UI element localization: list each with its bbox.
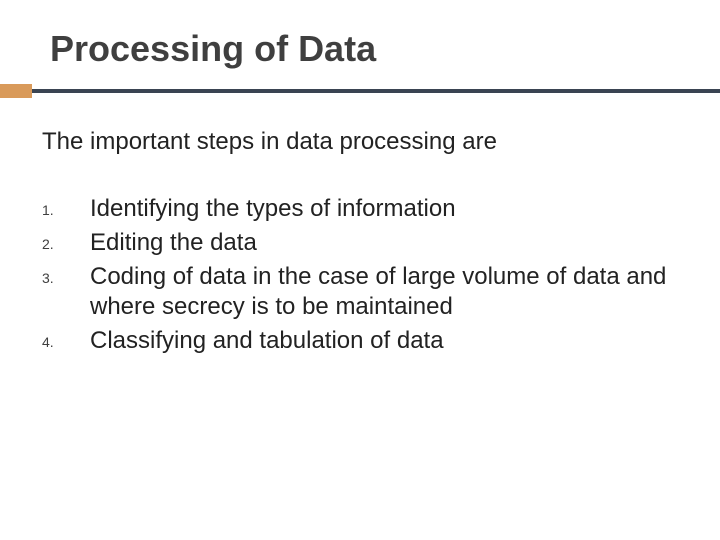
intro-text: The important steps in data processing a… [42,128,680,156]
list-item: 2. Editing the data [42,228,680,258]
list-item-text: Editing the data [90,228,680,258]
list-item-text: Identifying the types of information [90,194,680,224]
list-item: 4. Classifying and tabulation of data [42,326,680,356]
list-item: 1. Identifying the types of information [42,194,680,224]
list-item-text: Classifying and tabulation of data [90,326,680,356]
page-title: Processing of Data [50,28,680,70]
list-item-number: 4. [42,326,90,350]
numbered-list: 1. Identifying the types of information … [42,194,680,356]
title-rule [40,84,680,98]
list-item-text: Coding of data in the case of large volu… [90,262,680,322]
list-item-number: 1. [42,194,90,218]
list-item-number: 3. [42,262,90,286]
list-item: 3. Coding of data in the case of large v… [42,262,680,322]
slide: Processing of Data The important steps i… [0,0,720,540]
title-rule-line [0,89,720,93]
list-item-number: 2. [42,228,90,252]
title-rule-accent [0,84,32,98]
